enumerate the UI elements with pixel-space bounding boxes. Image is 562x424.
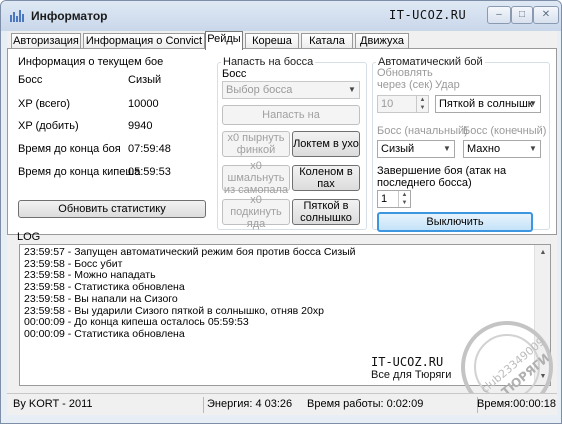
chevron-down-icon: ▼ [443, 144, 451, 153]
hit-label: Удар [435, 79, 460, 91]
hit-select[interactable]: Пяткой в солнышк ▼ [435, 95, 541, 113]
finish-stepper[interactable]: 1 ▲ ▼ [377, 190, 411, 208]
boss-end-select[interactable]: Махно ▼ [463, 140, 541, 158]
raids-tab-pane: Информация о текущем бое Босс Сизый XP (… [7, 48, 557, 235]
log-lines: 23:59:57 - Запущен автоматический режим … [24, 246, 356, 341]
attack-boss-title: Напасть на босса [221, 56, 316, 68]
title-bar[interactable]: Информатор IT-UCOZ.RU – □ ✕ [1, 1, 561, 31]
boss-start-select[interactable]: Сизый ▼ [377, 140, 455, 158]
log-line: 23:59:57 - Запущен автоматический режим … [24, 246, 356, 258]
app-window: Информатор IT-UCOZ.RU – □ ✕ Авторизация … [0, 0, 562, 424]
finish-label: Завершение боя (атак на последнего босса… [377, 165, 507, 189]
stepper-arrows-icon: ▲ ▼ [416, 96, 428, 112]
tab-authorization[interactable]: Авторизация [11, 33, 81, 49]
battle-time-value: 07:59:48 [128, 143, 171, 155]
tab-convict-info[interactable]: Информация о Convict [83, 33, 205, 49]
refresh-stats-button[interactable]: Обновить статистику [18, 200, 206, 218]
chevron-down-icon: ▼ [529, 144, 537, 153]
tab-katala[interactable]: Катала [301, 33, 353, 49]
tab-buddies[interactable]: Кореша [245, 33, 299, 49]
move-elbow-button[interactable]: Локтем в ухо [292, 131, 360, 157]
status-time: Время:00:00:18 [477, 398, 556, 410]
move-poison-button[interactable]: х0 подкинуть яда [222, 194, 290, 230]
battle-info-group: Информация о текущем бое Босс Сизый XP (… [12, 56, 212, 230]
hit-select-value: Пяткой в солнышк [439, 98, 533, 110]
status-energy: Энергия: 4 03:26 [207, 398, 293, 410]
boss-end-value: Махно [467, 143, 501, 155]
log-line: 00:00:09 - Статистика обновлена [24, 327, 185, 340]
kipesh-time-label: Время до конца кипеша [18, 166, 141, 178]
boss-select[interactable]: Выбор босса ▼ [222, 81, 360, 99]
toggle-auto-button[interactable]: Выключить [377, 212, 533, 232]
close-button[interactable]: ✕ [533, 6, 559, 24]
maximize-button[interactable]: □ [511, 6, 533, 24]
finish-value: 1 [381, 193, 388, 205]
boss-start-label: Босс (начальный) [377, 125, 468, 137]
minimize-button[interactable]: – [487, 6, 511, 24]
xp-finish-value: 9940 [128, 120, 153, 132]
site-watermark: IT-UCOZ.RU [371, 355, 444, 369]
site-watermark-tagline: Все для Тюряги [371, 369, 452, 381]
stepper-arrows-icon: ▲ ▼ [398, 191, 410, 207]
log-line: 23:59:58 - Вы напали на Сизого [24, 292, 178, 305]
move-heel-button[interactable]: Пяткой в солнышко [292, 199, 360, 225]
boss-label: Босс [18, 74, 43, 86]
app-icon [10, 10, 24, 22]
status-uptime: Время работы: 0:02:09 [307, 398, 424, 410]
window-title: Информатор [31, 9, 108, 23]
xp-total-label: XP (всего) [18, 98, 71, 110]
boss-end-label: Босс (конечный) [463, 125, 547, 137]
move-knee-button[interactable]: Коленом в пах [292, 165, 360, 191]
attack-boss-group: Напасть на босса Босс Выбор босса ▼ Напа… [217, 56, 367, 230]
xp-total-value: 10000 [128, 98, 159, 110]
tab-raids[interactable]: Рейды [205, 31, 243, 50]
status-divider [203, 397, 204, 413]
boss-select-value: Выбор босса [226, 84, 293, 96]
battle-info-title: Информация о текущем бое [18, 56, 164, 68]
log-label: LOG [17, 231, 41, 243]
boss-value: Сизый [128, 74, 162, 86]
scroll-up-icon[interactable]: ▲ [535, 245, 551, 261]
kipesh-time-value: 05:59:53 [128, 166, 171, 178]
move-knife-button[interactable]: х0 пырнуть финкой [222, 131, 290, 157]
chevron-down-icon: ▼ [529, 99, 537, 108]
refresh-interval-value: 10 [381, 98, 394, 110]
status-bar: By KORT - 2011 Энергия: 4 03:26 Время ра… [7, 393, 557, 415]
refresh-interval-stepper[interactable]: 10 ▲ ▼ [377, 95, 429, 113]
chevron-down-icon: ▼ [348, 85, 356, 94]
auto-battle-group: Автоматический бой Обновлять через (сек)… [372, 56, 550, 232]
attack-button[interactable]: Напасть на [222, 105, 360, 125]
title-watermark: IT-UCOZ.RU [389, 8, 467, 22]
battle-time-label: Время до конца боя [18, 143, 121, 155]
move-gun-button[interactable]: х0 шмальнуть из самопала [222, 160, 290, 196]
status-author: By KORT - 2011 [13, 398, 93, 410]
tab-dvizhuha[interactable]: Движуха [355, 33, 409, 49]
tab-strip: Авторизация Информация о Convict Рейды К… [7, 31, 557, 50]
attack-boss-label: Босс [222, 68, 247, 80]
xp-finish-label: XP (добить) [18, 120, 79, 132]
refresh-interval-label: Обновлять через (сек) [377, 67, 433, 91]
boss-start-value: Сизый [381, 143, 415, 155]
